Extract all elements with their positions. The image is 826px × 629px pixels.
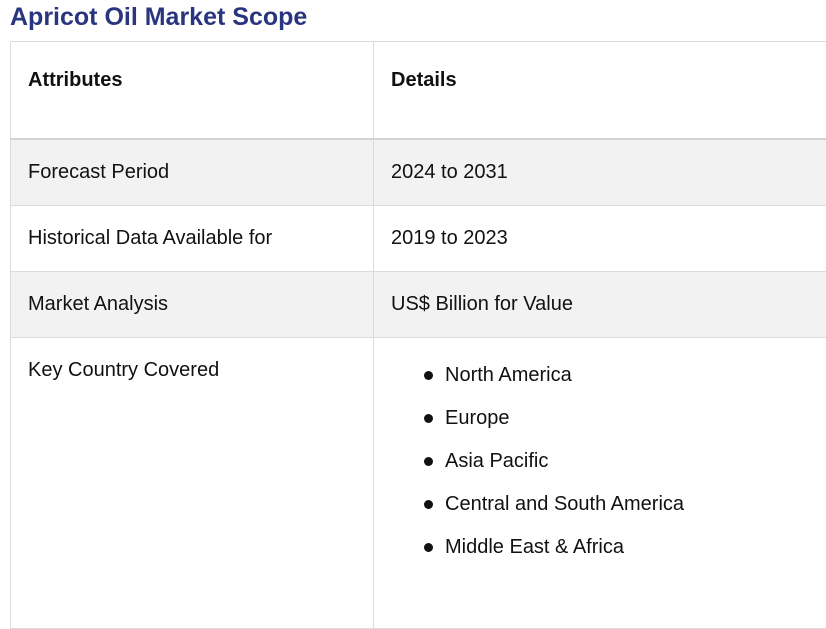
list-item: Asia Pacific	[445, 448, 826, 491]
bullet-icon	[424, 371, 433, 380]
list-item: North America	[445, 362, 826, 405]
table-row: Key Country Covered North America Europe…	[11, 337, 826, 628]
header-details: Details	[374, 42, 826, 139]
attribute-cell: Historical Data Available for	[11, 205, 374, 271]
country-name: Middle East & Africa	[445, 536, 624, 558]
country-name: North America	[445, 364, 572, 386]
country-list: North America Europe Asia Pacific Centra…	[391, 362, 826, 577]
bullet-icon	[424, 457, 433, 466]
table-row: Market Analysis US$ Billion for Value	[11, 271, 826, 337]
attribute-cell: Market Analysis	[11, 271, 374, 337]
list-item: Middle East & Africa	[445, 534, 826, 577]
table-row: Historical Data Available for 2019 to 20…	[11, 205, 826, 271]
bullet-icon	[424, 500, 433, 509]
detail-cell: 2019 to 2023	[374, 205, 826, 271]
detail-cell: US$ Billion for Value	[374, 271, 826, 337]
list-item: Central and South America	[445, 491, 826, 534]
country-name: Central and South America	[445, 493, 684, 515]
attribute-cell: Key Country Covered	[11, 337, 374, 628]
page-title: Apricot Oil Market Scope	[10, 0, 307, 34]
market-scope-table: Attributes Details Forecast Period 2024 …	[10, 41, 826, 629]
header-attributes: Attributes	[11, 42, 374, 139]
table-row: Forecast Period 2024 to 2031	[11, 139, 826, 206]
detail-cell: 2024 to 2031	[374, 139, 826, 206]
table-header-row: Attributes Details	[11, 42, 826, 139]
country-name: Asia Pacific	[445, 450, 548, 472]
bullet-icon	[424, 543, 433, 552]
detail-cell: North America Europe Asia Pacific Centra…	[374, 337, 826, 628]
attribute-cell: Forecast Period	[11, 139, 374, 206]
list-item: Europe	[445, 405, 826, 448]
bullet-icon	[424, 414, 433, 423]
country-name: Europe	[445, 407, 510, 429]
